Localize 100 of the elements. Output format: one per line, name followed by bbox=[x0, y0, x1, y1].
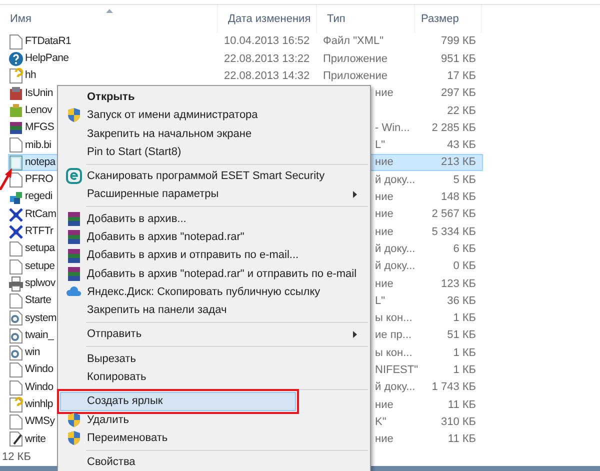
document-icon bbox=[9, 241, 23, 258]
file-size: 213 КБ bbox=[440, 155, 476, 170]
file-type: L" bbox=[375, 294, 386, 307]
file-name: notepa bbox=[25, 154, 56, 170]
file-size: 1 743 КБ bbox=[432, 380, 476, 396]
document-icon bbox=[9, 34, 23, 50]
file-name: HelpPane bbox=[25, 51, 69, 66]
menu-item[interactable]: Переименовать bbox=[60, 429, 368, 448]
file-name: FTDataR1 bbox=[25, 34, 72, 49]
gear-icon bbox=[9, 310, 23, 326]
file-type: ние bbox=[375, 191, 394, 204]
file-size: 36 КБ bbox=[447, 294, 476, 309]
file-size: 310 КБ bbox=[440, 414, 476, 430]
menu-item[interactable]: Открыть bbox=[60, 88, 368, 106]
gear-icon bbox=[9, 328, 23, 344]
column-header[interactable]: Дата изменения bbox=[228, 10, 311, 28]
shield-icon bbox=[66, 430, 82, 446]
menu-item[interactable]: Копировать bbox=[60, 368, 368, 386]
menu-item[interactable]: Свойства bbox=[60, 453, 368, 471]
file-type: Приложение bbox=[323, 52, 388, 65]
file-size: 11 КБ bbox=[448, 432, 476, 448]
column-header[interactable]: Имя bbox=[10, 10, 32, 28]
books-icon bbox=[66, 248, 82, 264]
file-type: ние bbox=[375, 433, 394, 446]
package-icon bbox=[9, 102, 23, 119]
menu-item[interactable]: Удалить bbox=[60, 410, 368, 430]
menu-item[interactable]: Расширенные параметры bbox=[60, 185, 368, 204]
file-name: twain_ bbox=[25, 328, 54, 343]
file-name: IsUnin bbox=[25, 86, 53, 101]
file-name: setupe bbox=[25, 258, 55, 274]
document-icon bbox=[9, 172, 23, 188]
file-type: ние bbox=[375, 226, 394, 238]
file-type: - Win... bbox=[375, 122, 410, 134]
file-name: Starte bbox=[25, 293, 52, 308]
file-type: ние bbox=[375, 156, 394, 168]
menu-item[interactable]: Pin to Start (Start8) bbox=[60, 142, 368, 162]
menu-item[interactable]: Запуск от имени администратора bbox=[60, 106, 368, 125]
menu-item[interactable]: Яндекс.Диск: Скопировать публичную ссылку bbox=[60, 282, 368, 302]
file-name: splwov bbox=[25, 276, 56, 291]
books-icon bbox=[9, 120, 23, 136]
file-size: 951 КБ bbox=[440, 52, 476, 67]
file-type: ы кон... bbox=[375, 312, 412, 324]
file-type: й доку... bbox=[375, 242, 416, 255]
column-header[interactable]: Тип bbox=[327, 10, 346, 28]
status-text: 12 КБ bbox=[2, 450, 31, 465]
file-type: K" bbox=[375, 416, 386, 428]
document-icon bbox=[9, 380, 23, 396]
file-size: 17 КБ bbox=[447, 69, 476, 84]
file-name: setupa bbox=[25, 241, 55, 256]
file-name: RtCam bbox=[25, 206, 56, 222]
books-icon bbox=[66, 266, 82, 282]
file-size: 2 285 КБ bbox=[432, 120, 476, 136]
file-type: ие пр... bbox=[375, 329, 412, 342]
shield-icon bbox=[66, 412, 82, 428]
file-date: 22.08.2013 14:32 bbox=[224, 70, 310, 82]
menu-item[interactable]: Вырезать bbox=[60, 350, 368, 368]
menu-item[interactable]: Закрепить на панели задач bbox=[60, 301, 368, 320]
file-size: 297 КБ bbox=[440, 86, 476, 102]
column-header[interactable]: Размер bbox=[421, 10, 459, 28]
menu-item[interactable]: Сканировать программой ESET Smart Security bbox=[60, 167, 368, 186]
books-icon bbox=[66, 229, 82, 246]
question-document-icon bbox=[9, 68, 23, 84]
menu-item[interactable]: Добавить в архив и отправить по e-mail... bbox=[60, 246, 368, 265]
menu-item[interactable]: Отправить bbox=[60, 326, 368, 344]
file-type: ы кон... bbox=[375, 346, 412, 359]
help-icon bbox=[9, 50, 23, 67]
file-name: MFGS bbox=[25, 120, 54, 136]
menu-item[interactable]: Добавить в архив... bbox=[60, 210, 368, 228]
file-type: ние bbox=[375, 398, 394, 411]
file-size: 6 КБ bbox=[453, 242, 476, 257]
menu-item[interactable]: Добавить в архив "notepad.rar" bbox=[60, 228, 368, 246]
document-icon bbox=[9, 414, 23, 430]
file-name: winhlp bbox=[25, 397, 53, 412]
file-name: win bbox=[25, 345, 40, 360]
pointer-arrow bbox=[0, 168, 12, 190]
file-size: 51 КБ bbox=[447, 328, 476, 344]
file-size: 1 КБ bbox=[453, 311, 476, 326]
file-type: Приложение bbox=[323, 70, 388, 82]
file-size: 5 334 КБ bbox=[432, 224, 476, 240]
submenu-arrow-icon bbox=[353, 331, 357, 338]
file-size: 2 567 КБ bbox=[432, 207, 476, 222]
file-size: 1 КБ bbox=[453, 363, 476, 378]
file-size: 43 КБ bbox=[447, 138, 476, 154]
file-size: 11 КБ bbox=[448, 398, 476, 413]
menu-item[interactable]: Добавить в архив "notepad.rar" и отправить по e-mail bbox=[60, 264, 368, 283]
file-name: mib.bi bbox=[25, 138, 52, 153]
menu-item[interactable]: Создать ярлык bbox=[60, 392, 296, 411]
file-type: Файл "XML" bbox=[323, 35, 384, 48]
file-name: RTFTr bbox=[25, 224, 54, 240]
file-type: ние bbox=[375, 208, 394, 220]
file-type: й доку... bbox=[375, 381, 416, 394]
notepad-icon bbox=[9, 154, 23, 171]
file-size: 0 КБ bbox=[453, 259, 476, 274]
file-name: Lenov bbox=[25, 102, 52, 118]
file-name: Windo bbox=[25, 362, 54, 378]
menu-item[interactable]: Закрепить на начальном экране bbox=[60, 124, 368, 143]
file-type: й доку... bbox=[375, 174, 416, 186]
document-icon bbox=[9, 258, 23, 275]
gear-icon bbox=[9, 345, 23, 361]
file-size: 1 КБ bbox=[453, 346, 476, 361]
